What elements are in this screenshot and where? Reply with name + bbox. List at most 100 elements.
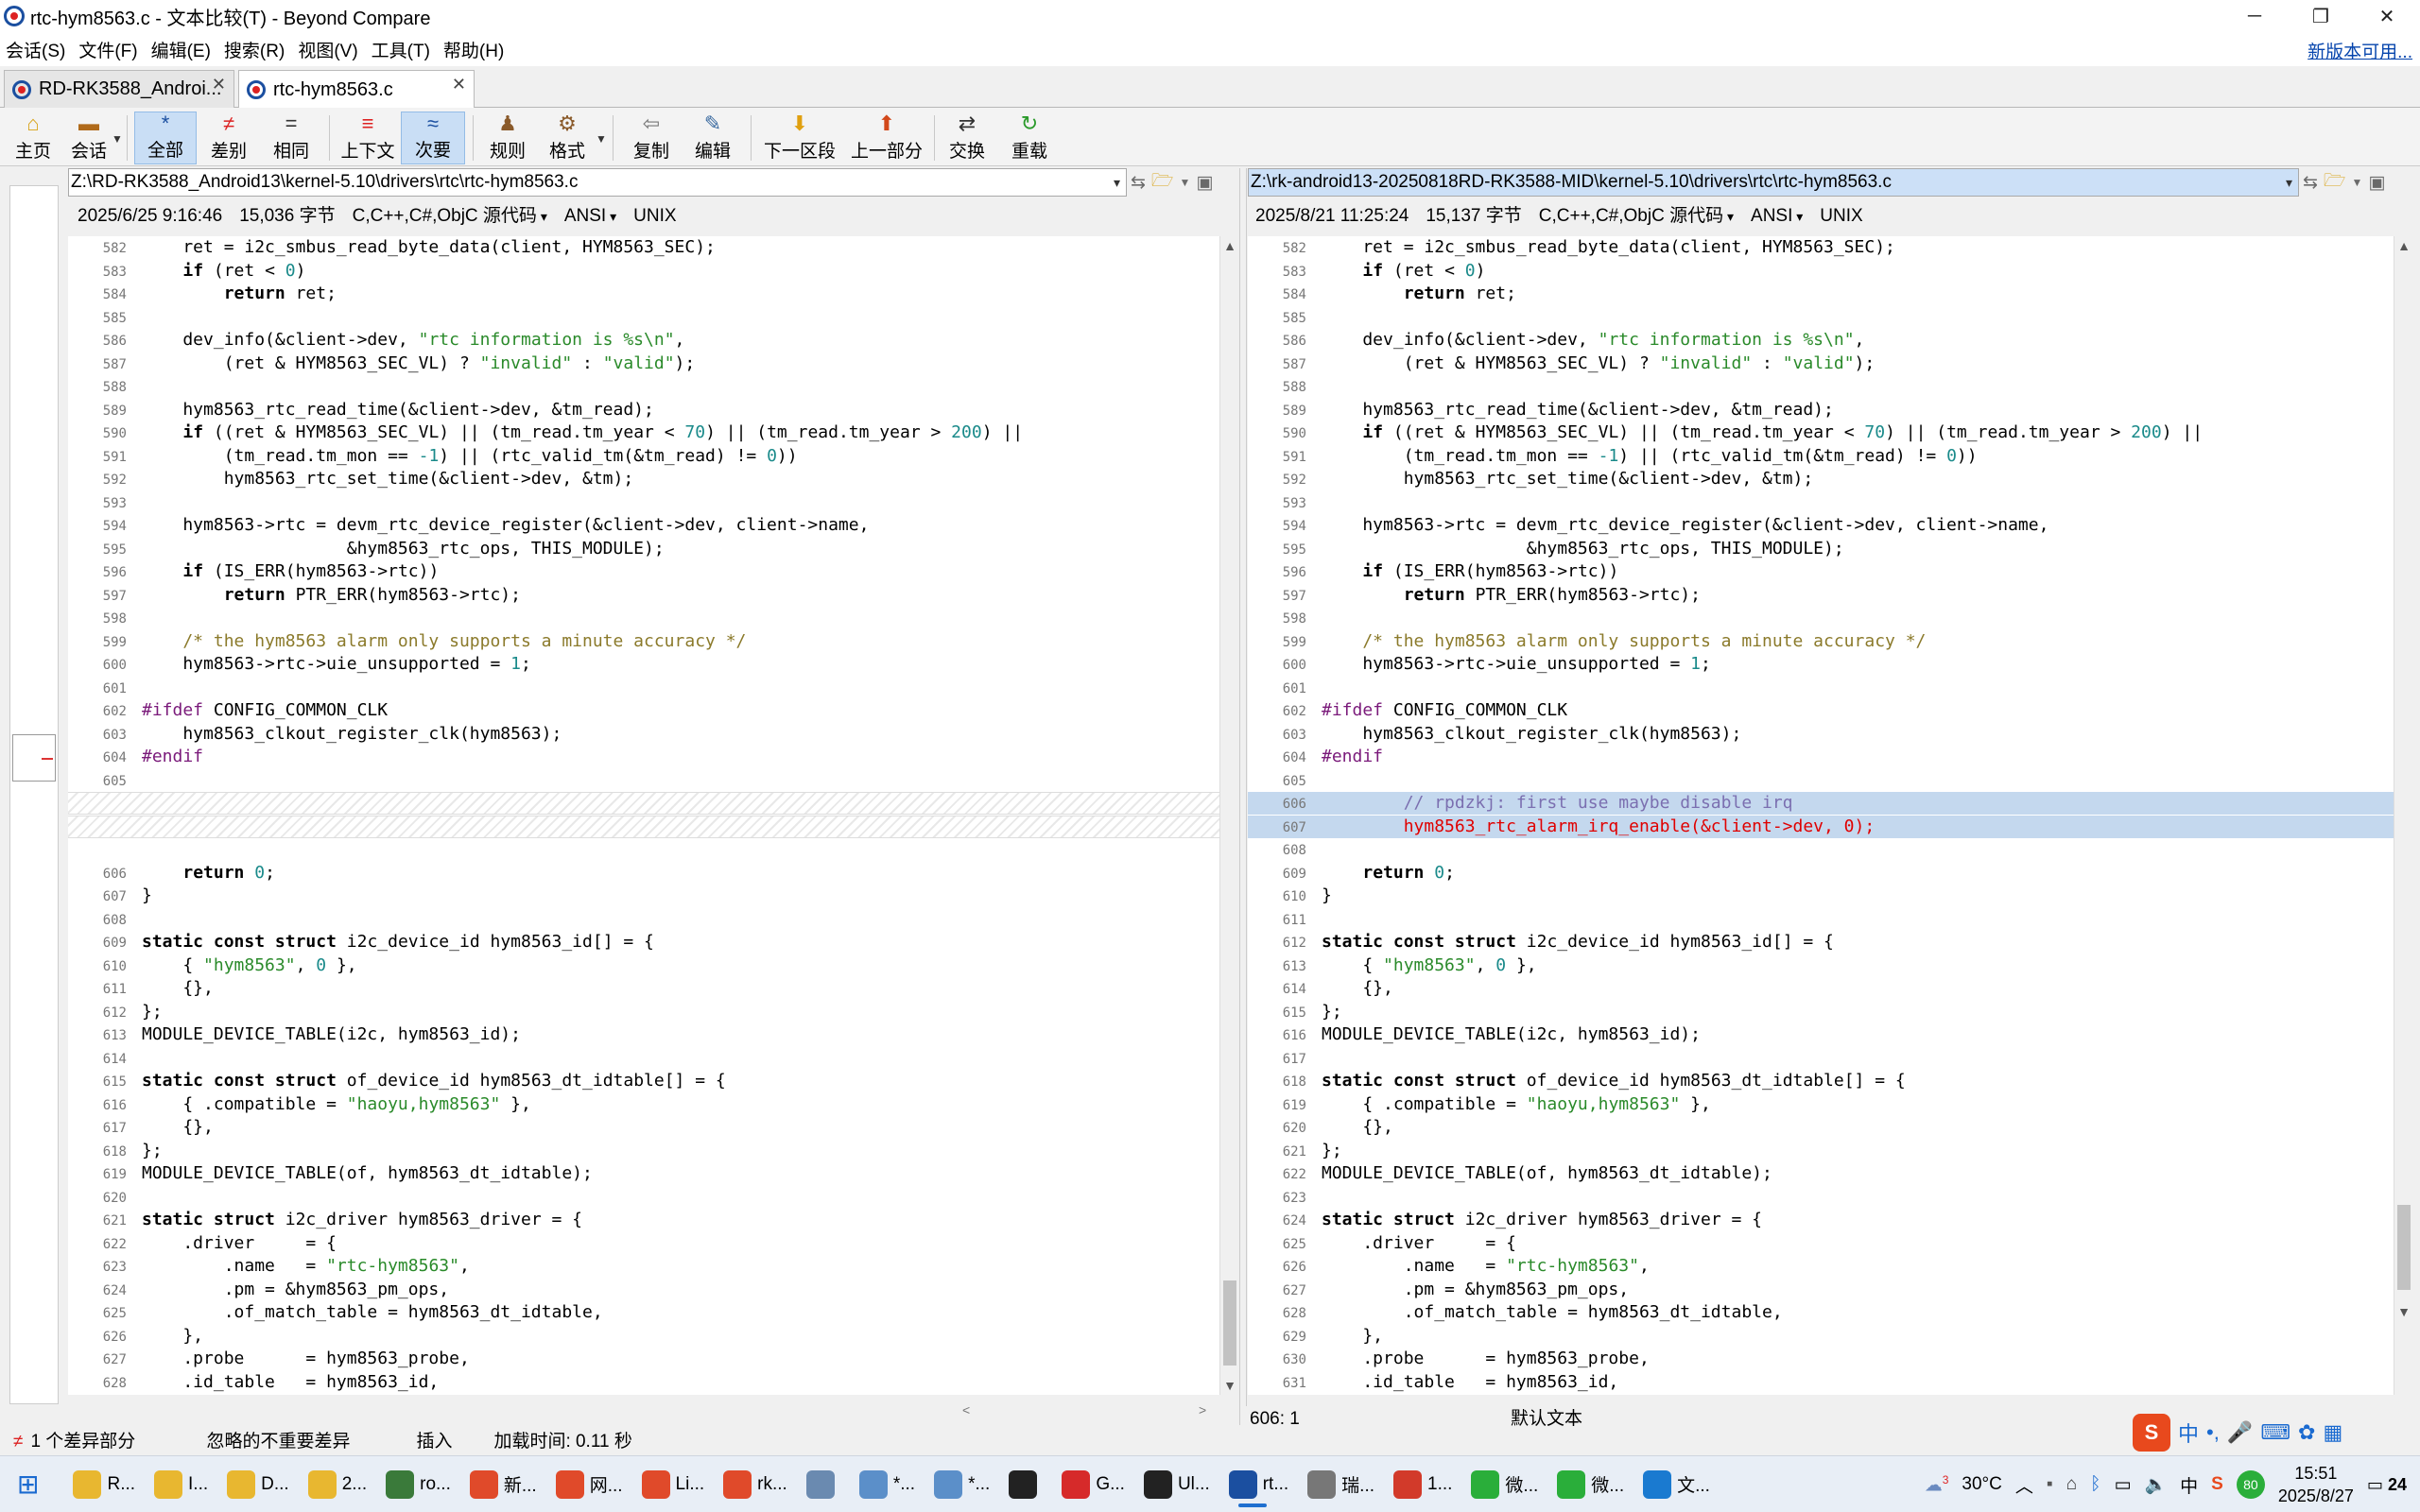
code-line[interactable]: 617 xyxy=(1248,1047,2394,1070)
skin-icon[interactable]: ✿ xyxy=(2298,1420,2315,1445)
code-line[interactable]: 622 .driver = { xyxy=(68,1232,1219,1255)
code-line[interactable]: 584 return ret; xyxy=(1248,283,2394,305)
code-line[interactable]: 620 xyxy=(68,1186,1219,1209)
minor-button[interactable]: ≈ 次要 xyxy=(401,112,465,164)
code-line[interactable]: 601 xyxy=(68,677,1219,699)
right-vertical-scrollbar[interactable]: ▲ ▼ xyxy=(2394,236,2412,1395)
code-line[interactable]: 619 { .compatible = "haoyu,hym8563" }, xyxy=(1248,1093,2394,1116)
notification-center[interactable]: ▭ 24 xyxy=(2367,1475,2407,1495)
code-line[interactable]: 616 MODULE_DEVICE_TABLE(i2c, hym8563_id); xyxy=(1248,1023,2394,1046)
code-line[interactable]: 582 ret = i2c_smbus_read_byte_data(clien… xyxy=(1248,236,2394,259)
microphone-icon[interactable]: 🎤 xyxy=(2227,1420,2253,1445)
code-line[interactable]: 588 xyxy=(1248,375,2394,398)
menu-help[interactable]: 帮助(H) xyxy=(438,37,510,62)
code-line[interactable]: 607} xyxy=(68,885,1219,907)
code-line[interactable]: 625 .of_match_table = hym8563_dt_idtable… xyxy=(68,1301,1219,1324)
menu-search[interactable]: 搜索(R) xyxy=(218,37,290,62)
tab-text-compare[interactable]: rtc-hym8563.c ✕ xyxy=(238,70,475,109)
code-line[interactable]: 590 if ((ret & HYM8563_SEC_VL) || (tm_re… xyxy=(68,421,1219,444)
code-line[interactable]: 618}; xyxy=(68,1140,1219,1162)
code-line[interactable]: 599 /* the hym8563 alarm only supports a… xyxy=(68,630,1219,653)
taskbar-item[interactable]: *... xyxy=(850,1460,925,1509)
update-available-link[interactable]: 新版本可用... xyxy=(2308,38,2412,63)
format-button[interactable]: ⚙ 格式 xyxy=(541,112,594,164)
open-folder-icon[interactable]: 🗁 xyxy=(1151,167,1174,198)
code-line[interactable]: 628 .id_table = hym8563_id, xyxy=(68,1371,1219,1394)
code-line[interactable]: 604 #endif xyxy=(1248,746,2394,768)
code-line[interactable]: 624 .pm = &hym8563_pm_ops, xyxy=(68,1279,1219,1301)
start-button[interactable]: ⊞ xyxy=(0,1460,63,1509)
code-line[interactable]: 621}; xyxy=(1248,1140,2394,1162)
volume-icon[interactable]: 🔈 xyxy=(2144,1473,2167,1496)
code-line[interactable] xyxy=(68,838,1219,861)
code-line[interactable]: 592 hym8563_rtc_set_time(&client->dev, &… xyxy=(1248,468,2394,490)
code-line[interactable]: 608 xyxy=(1248,838,2394,861)
chevron-down-icon[interactable]: ▼ xyxy=(2351,176,2362,189)
code-line[interactable]: 605 xyxy=(1248,769,2394,792)
sogou-tray-icon[interactable]: S xyxy=(2211,1474,2223,1495)
copy-button[interactable]: ⇦ 复制 xyxy=(624,112,679,164)
open-folder-icon[interactable]: 🗁 xyxy=(2324,167,2346,198)
code-line[interactable]: 583 if (ret < 0) xyxy=(1248,260,2394,283)
show-all-button[interactable]: * 全部 xyxy=(134,112,197,164)
code-line[interactable]: 615}; xyxy=(1248,1001,2394,1023)
network-share-icon[interactable]: ⌂ xyxy=(2066,1474,2077,1495)
code-line[interactable]: 593 xyxy=(68,491,1219,514)
close-button[interactable]: ✕ xyxy=(2354,0,2420,32)
taskbar-item[interactable] xyxy=(999,1460,1052,1509)
code-line[interactable]: 628 .of_match_table = hym8563_dt_idtable… xyxy=(1248,1301,2394,1324)
scroll-thumb[interactable] xyxy=(2397,1205,2411,1290)
code-line[interactable]: 626 .name = "rtc-hym8563", xyxy=(1248,1255,2394,1278)
code-line[interactable]: 606 return 0; xyxy=(68,862,1219,885)
taskbar-item[interactable]: rk... xyxy=(714,1460,797,1509)
code-line[interactable]: 614 {}, xyxy=(1248,977,2394,1000)
tab-close-icon[interactable]: ✕ xyxy=(452,75,466,94)
bluetooth-icon[interactable]: ᛒ xyxy=(2090,1474,2100,1495)
code-line[interactable]: 595 &hym8563_rtc_ops, THIS_MODULE); xyxy=(68,538,1219,560)
taskbar-item[interactable]: D... xyxy=(217,1460,299,1509)
code-line[interactable]: 605 xyxy=(68,769,1219,792)
code-line[interactable]: 627 .pm = &hym8563_pm_ops, xyxy=(1248,1279,2394,1301)
tab-folder-compare[interactable]: RD-RK3588_Androi... ✕ xyxy=(4,70,234,108)
code-line[interactable]: 604 #endif xyxy=(68,746,1219,768)
taskbar-item[interactable]: Ul... xyxy=(1134,1460,1219,1509)
weather-icon[interactable]: ☁3 xyxy=(1925,1473,1949,1496)
code-line[interactable]: 595 &hym8563_rtc_ops, THIS_MODULE); xyxy=(1248,538,2394,560)
taskbar-item[interactable]: 文... xyxy=(1634,1460,1720,1509)
code-line[interactable]: 596 if (IS_ERR(hym8563->rtc)) xyxy=(1248,560,2394,583)
diff-overview[interactable] xyxy=(9,185,59,1404)
menu-edit[interactable]: 编辑(E) xyxy=(146,37,216,62)
right-encoding-select[interactable]: ANSI xyxy=(1751,200,1803,232)
code-line[interactable]: 587 (ret & HYM8563_SEC_VL) ? "invalid" :… xyxy=(1248,352,2394,375)
save-icon[interactable]: ▣ xyxy=(1196,172,1213,194)
taskbar-item[interactable]: 新... xyxy=(460,1460,546,1509)
code-line[interactable]: 600 hym8563->rtc->uie_unsupported = 1; xyxy=(68,653,1219,676)
rules-button[interactable]: ♟ 规则 xyxy=(478,112,537,164)
code-line[interactable]: 594 hym8563->rtc = devm_rtc_device_regis… xyxy=(68,514,1219,537)
code-line[interactable]: 632}; xyxy=(1248,1394,2394,1395)
code-line[interactable]: 583 if (ret < 0) xyxy=(68,260,1219,283)
left-code-pane[interactable]: 582 ret = i2c_smbus_read_byte_data(clien… xyxy=(68,236,1219,1395)
show-same-button[interactable]: = 相同 xyxy=(263,112,320,164)
keyboard-icon[interactable]: ⌨ xyxy=(2260,1420,2290,1445)
diff-line[interactable]: 606 // rpdzkj: first use maybe disable i… xyxy=(1248,792,2394,815)
taskbar-item[interactable]: rt... xyxy=(1219,1460,1298,1509)
code-line[interactable]: 586 dev_info(&client->dev, "rtc informat… xyxy=(68,329,1219,352)
code-line[interactable]: 630 .probe = hym8563_probe, xyxy=(1248,1348,2394,1370)
code-line[interactable]: 615 static const struct of_device_id hym8… xyxy=(68,1070,1219,1092)
diff-line[interactable]: 607 hym8563_rtc_alarm_irq_enable(&client… xyxy=(1248,815,2394,838)
code-line[interactable]: 591 (tm_read.tm_mon == -1) || (rtc_valid… xyxy=(68,445,1219,468)
taskbar-item[interactable]: 网... xyxy=(546,1460,632,1509)
code-line[interactable]: 582 ret = i2c_smbus_read_byte_data(clien… xyxy=(68,236,1219,259)
taskbar-item[interactable]: 1... xyxy=(1384,1460,1461,1509)
code-line[interactable]: 593 xyxy=(1248,491,2394,514)
code-line[interactable]: 585 xyxy=(1248,306,2394,329)
menu-file[interactable]: 文件(F) xyxy=(73,37,143,62)
right-path-input[interactable]: Z:\rk-android13-20250818RD-RK3588-MID\ke… xyxy=(1248,168,2299,197)
swap-sides-icon[interactable]: ⇆ xyxy=(1131,172,1146,194)
code-line[interactable]: 613 { "hym8563", 0 }, xyxy=(1248,954,2394,977)
context-button[interactable]: ≡ 上下文 xyxy=(337,112,399,164)
left-horizontal-scrollbar[interactable]: < > xyxy=(68,1402,1219,1421)
left-path-input[interactable]: Z:\RD-RK3588_Android13\kernel-5.10\drive… xyxy=(68,168,1127,197)
code-line[interactable]: 609 return 0; xyxy=(1248,862,2394,885)
